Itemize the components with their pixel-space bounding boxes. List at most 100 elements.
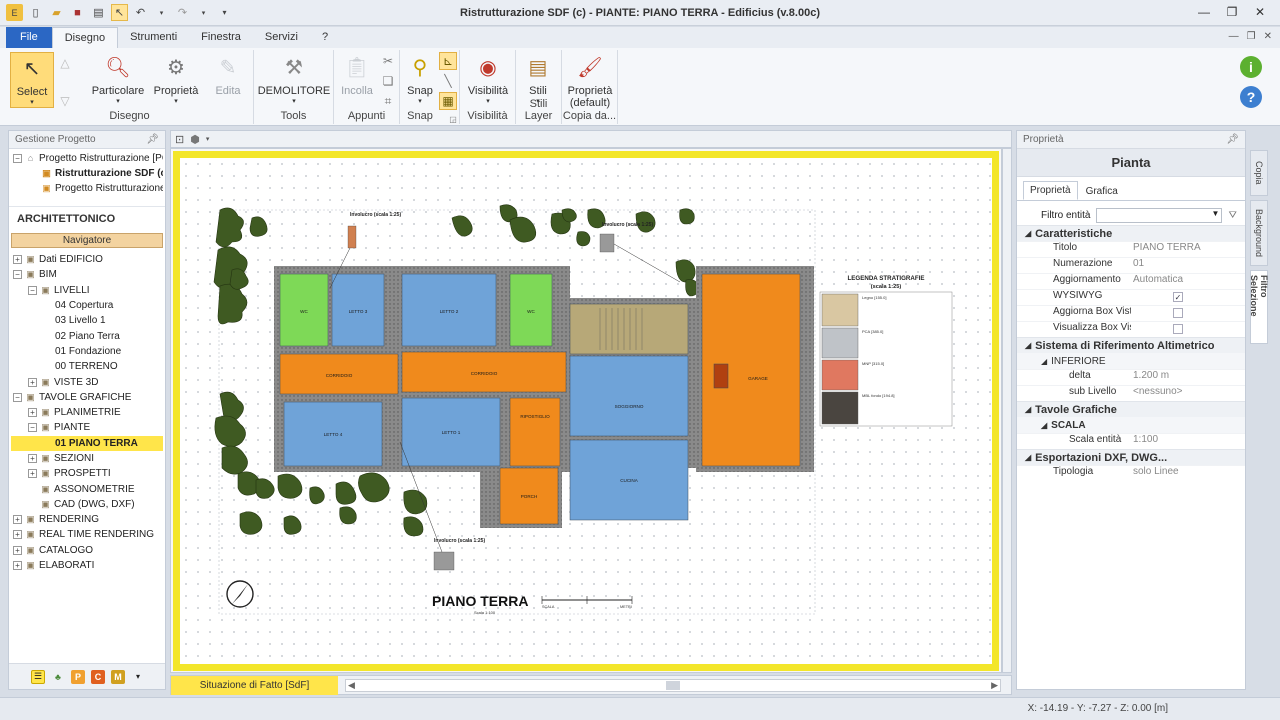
- tab-finestra[interactable]: Finestra: [189, 27, 253, 48]
- collapse-icon[interactable]: −: [28, 423, 37, 433]
- ribbon-restore-icon[interactable]: ❐: [1247, 31, 1256, 42]
- navigator-button[interactable]: Navigatore: [11, 233, 163, 248]
- scrollbar-thumb[interactable]: [666, 681, 680, 690]
- prop-row-visualizza-box[interactable]: Visualizza Box Vista: [1017, 321, 1245, 337]
- project-tree-row[interactable]: ▣ Progetto Ristrutturazione [: [11, 181, 163, 196]
- prop-row-numerazione[interactable]: Numerazione 01: [1017, 257, 1245, 273]
- collapse-icon[interactable]: −: [13, 392, 22, 402]
- tab-strumenti[interactable]: Strumenti: [118, 27, 189, 48]
- snap-line-icon[interactable]: ╲: [439, 72, 457, 90]
- prop-value[interactable]: 1:100: [1131, 434, 1245, 449]
- subsection-scala[interactable]: ◢ SCALA: [1017, 417, 1245, 433]
- prop-row-sub-livello[interactable]: sub Livello <nessuno>: [1017, 385, 1245, 401]
- canvas-vertical-scrollbar[interactable]: [1002, 148, 1012, 673]
- expand-icon[interactable]: +: [28, 408, 37, 418]
- nav-tree-item[interactable]: − ▣ BIM: [11, 267, 163, 282]
- cut-icon[interactable]: ✂: [379, 52, 397, 70]
- nav-tree-item[interactable]: + ▣ VISTE 3D: [11, 374, 163, 389]
- filter-select[interactable]: ▼: [1096, 207, 1223, 223]
- nav-tree-item[interactable]: + ▣ Dati EDIFICIO: [11, 252, 163, 267]
- assistant-icon[interactable]: i: [1240, 56, 1262, 78]
- demolitore-button[interactable]: ⚒ DEMOLITORE ▾: [258, 52, 331, 106]
- side-tab-filtro-selezione[interactable]: Filtro Selezione: [1249, 270, 1269, 344]
- c-badge-icon[interactable]: C: [91, 669, 105, 684]
- section-tavole[interactable]: ◢ Tavole Grafiche: [1017, 401, 1245, 417]
- snap-ortho-icon[interactable]: ⊾: [439, 52, 457, 70]
- nav-tree-item[interactable]: + ▣ SEZIONI: [11, 451, 163, 466]
- collapse-icon[interactable]: −: [13, 270, 22, 280]
- arrow-down-icon[interactable]: ▽: [56, 92, 74, 110]
- side-tab-background[interactable]: Background: [1250, 200, 1268, 266]
- prop-value[interactable]: 1.200 m: [1131, 370, 1245, 385]
- tab-disegno[interactable]: Disegno: [51, 27, 119, 48]
- nav-tree-item[interactable]: − ▣ TAVOLE GRAFICHE: [11, 390, 163, 405]
- view-3d-icon[interactable]: ⬢: [190, 133, 200, 146]
- more-dropdown-icon[interactable]: ▾: [131, 670, 145, 684]
- nav-tree-item[interactable]: + ▣ PROSPETTI: [11, 466, 163, 481]
- minimize-icon[interactable]: —: [1190, 2, 1218, 22]
- nav-tree-item[interactable]: − ▣ LIVELLI: [11, 283, 163, 298]
- p-badge-icon[interactable]: P: [71, 669, 85, 684]
- expand-icon[interactable]: +: [13, 515, 22, 525]
- nav-tree-item[interactable]: 03 Livello 1: [11, 313, 163, 328]
- expand-icon[interactable]: +: [13, 561, 22, 571]
- tree-view-icon[interactable]: ♣: [51, 670, 65, 684]
- nav-tree-item[interactable]: ▣ CAD (DWG, DXF): [11, 497, 163, 512]
- nav-tree-item[interactable]: 02 Piano Terra: [11, 328, 163, 343]
- prop-row-aggiornamento[interactable]: Aggiornamento Automatica: [1017, 273, 1245, 289]
- canvas-horizontal-scrollbar[interactable]: ◀ ▶: [345, 679, 1001, 692]
- project-tree-row[interactable]: − ⌂ Progetto Ristrutturazione [PG]: [11, 151, 163, 166]
- prop-row-aggiorna-box[interactable]: Aggiorna Box Vista: [1017, 305, 1245, 321]
- expand-icon[interactable]: +: [28, 469, 37, 479]
- pin-icon[interactable]: 📌︎: [146, 134, 159, 145]
- drawing-canvas[interactable]: WC LETTO 3 LETTO 2 WC CORRIDOIO CORRIDOI…: [170, 148, 1002, 673]
- prop-value[interactable]: PIANO TERRA: [1131, 242, 1245, 257]
- collapse-icon[interactable]: −: [13, 154, 22, 163]
- edita-button[interactable]: ✎ Edita: [202, 52, 254, 98]
- visibilita-button[interactable]: ◉ Visibilità ▾: [460, 52, 516, 106]
- incolla-button[interactable]: 📋︎ Incolla: [334, 52, 380, 98]
- nav-tree-item[interactable]: + ▣ PLANIMETRIE: [11, 405, 163, 420]
- m-badge-icon[interactable]: M: [111, 669, 125, 684]
- collapse-icon[interactable]: −: [28, 285, 37, 295]
- prop-value[interactable]: 01: [1131, 258, 1245, 273]
- view-toggle-icon[interactable]: ⊡: [175, 133, 184, 146]
- nav-tree-item[interactable]: 04 Copertura: [11, 298, 163, 313]
- layer-tab[interactable]: Situazione di Fatto [SdF]: [171, 676, 338, 695]
- copy-icon[interactable]: ❏: [379, 72, 397, 90]
- aggiorna-box-checkbox[interactable]: [1173, 308, 1183, 318]
- floor-plan[interactable]: WC LETTO 3 LETTO 2 WC CORRIDOIO CORRIDOI…: [180, 158, 992, 664]
- prop-value[interactable]: Automatica: [1131, 274, 1245, 289]
- section-sistema[interactable]: ◢ Sistema di Riferimento Altimetrico: [1017, 337, 1245, 353]
- nav-tree-item[interactable]: ▣ ASSONOMETRIE: [11, 481, 163, 496]
- tab-grafica[interactable]: Grafica: [1080, 183, 1124, 200]
- side-tab-copia[interactable]: Copia: [1250, 150, 1268, 196]
- prop-row-delta[interactable]: delta 1.200 m: [1017, 369, 1245, 385]
- arrow-up-icon[interactable]: △: [56, 54, 74, 72]
- tab-proprieta[interactable]: Proprietà: [1023, 181, 1078, 200]
- section-caratteristiche[interactable]: ◢ Caratteristiche: [1017, 225, 1245, 241]
- paste-special-icon[interactable]: ⌗: [379, 92, 397, 110]
- scroll-left-icon[interactable]: ◀: [348, 680, 355, 691]
- prop-value[interactable]: <nessuno>: [1131, 386, 1245, 401]
- wysiwyg-checkbox[interactable]: ✓: [1173, 292, 1183, 302]
- prop-row-titolo[interactable]: Titolo PIANO TERRA: [1017, 241, 1245, 257]
- expand-icon[interactable]: +: [13, 530, 22, 540]
- visualizza-box-checkbox[interactable]: [1173, 324, 1183, 334]
- tab-file[interactable]: File: [6, 27, 52, 48]
- pin-icon[interactable]: 📌︎: [1226, 134, 1239, 145]
- particolare-button[interactable]: 🔍︎ Particolare ▾: [88, 52, 148, 106]
- nav-tree-item-selected[interactable]: 01 PIANO TERRA: [11, 435, 163, 451]
- close-icon[interactable]: ✕: [1246, 2, 1274, 22]
- filter-funnel-icon[interactable]: ⛛: [1228, 210, 1236, 221]
- nav-tree-item[interactable]: + ▣ REAL TIME RENDERING: [11, 527, 163, 542]
- expand-icon[interactable]: +: [13, 255, 22, 265]
- scroll-right-icon[interactable]: ▶: [991, 680, 998, 691]
- subsection-inferiore[interactable]: ◢ INFERIORE: [1017, 353, 1245, 369]
- help-icon[interactable]: ?: [1240, 86, 1262, 108]
- expand-icon[interactable]: +: [28, 454, 37, 463]
- view-3d-dropdown-icon[interactable]: ▾: [206, 135, 210, 143]
- expand-icon[interactable]: +: [13, 545, 22, 555]
- snap-button[interactable]: ⚲ Snap ▾: [400, 52, 440, 106]
- snap-grid-icon[interactable]: ▦: [439, 92, 457, 110]
